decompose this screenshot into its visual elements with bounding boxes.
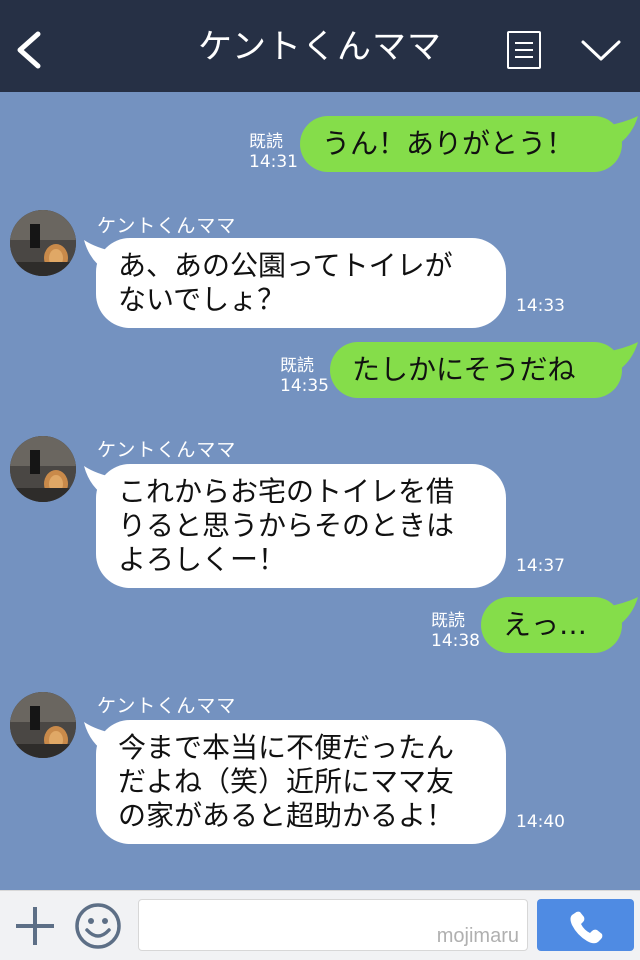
input-bar: mojimaru: [0, 890, 640, 960]
list-icon[interactable]: [507, 31, 541, 69]
message-bubble[interactable]: うん！ありがとう！: [300, 116, 622, 172]
watermark: mojimaru: [436, 925, 519, 947]
message-input[interactable]: mojimaru: [138, 899, 528, 951]
avatar[interactable]: [10, 436, 76, 502]
message-bubble[interactable]: あ、あの公園ってトイレが ないでしょ？: [96, 238, 506, 328]
message-line: 今まで本当に不便だったん: [118, 731, 455, 764]
message-bubble[interactable]: たしかにそうだね: [330, 342, 622, 398]
sender-name: ケントくんママ: [97, 439, 237, 461]
bubble-tail: [606, 116, 638, 146]
read-receipt: 既読: [431, 611, 465, 631]
message-line: あ、あの公園ってトイレが: [118, 249, 453, 282]
message-time: 14:40: [516, 812, 565, 832]
message-line: よろしくー！: [118, 543, 287, 576]
message-time: 14:35: [280, 376, 329, 396]
message-line: だよね（笑）近所にママ友: [118, 765, 455, 798]
sender-name: ケントくんママ: [97, 695, 237, 717]
read-receipt: 既読: [249, 132, 283, 152]
bubble-tail: [606, 597, 638, 627]
chevron-down-icon[interactable]: [580, 38, 622, 64]
message-bubble[interactable]: えっ…: [481, 597, 622, 653]
plus-icon[interactable]: [14, 905, 56, 947]
message-time: 14:31: [249, 152, 298, 172]
message-line: りると思うからそのときは: [118, 509, 455, 542]
chat-area[interactable]: 既読 14:31 うん！ありがとう！ ケントくんママ あ、あの公園ってトイレが …: [0, 92, 640, 890]
chat-header: ケントくんママ: [0, 0, 640, 92]
message-line: ないでしょ？: [118, 283, 286, 316]
message-time: 14:37: [516, 556, 565, 576]
chat-title: ケントくんママ: [198, 27, 442, 67]
avatar[interactable]: [10, 210, 76, 276]
avatar[interactable]: [10, 692, 76, 758]
phone-icon: [570, 911, 603, 944]
message-bubble[interactable]: これからお宅のトイレを借 りると思うからそのときは よろしくー！: [96, 464, 506, 588]
message-bubble[interactable]: 今まで本当に不便だったん だよね（笑）近所にママ友 の家があると超助かるよ！: [96, 720, 506, 844]
read-receipt: 既読: [280, 356, 314, 376]
message-line: の家があると超助かるよ！: [118, 799, 455, 832]
call-button[interactable]: [537, 899, 634, 951]
message-time: 14:38: [431, 631, 480, 651]
message-line: これからお宅のトイレを借: [118, 475, 455, 508]
message-time: 14:33: [516, 296, 565, 316]
bubble-tail: [606, 342, 638, 372]
smiley-icon[interactable]: [74, 902, 122, 950]
sender-name: ケントくんママ: [97, 215, 237, 237]
